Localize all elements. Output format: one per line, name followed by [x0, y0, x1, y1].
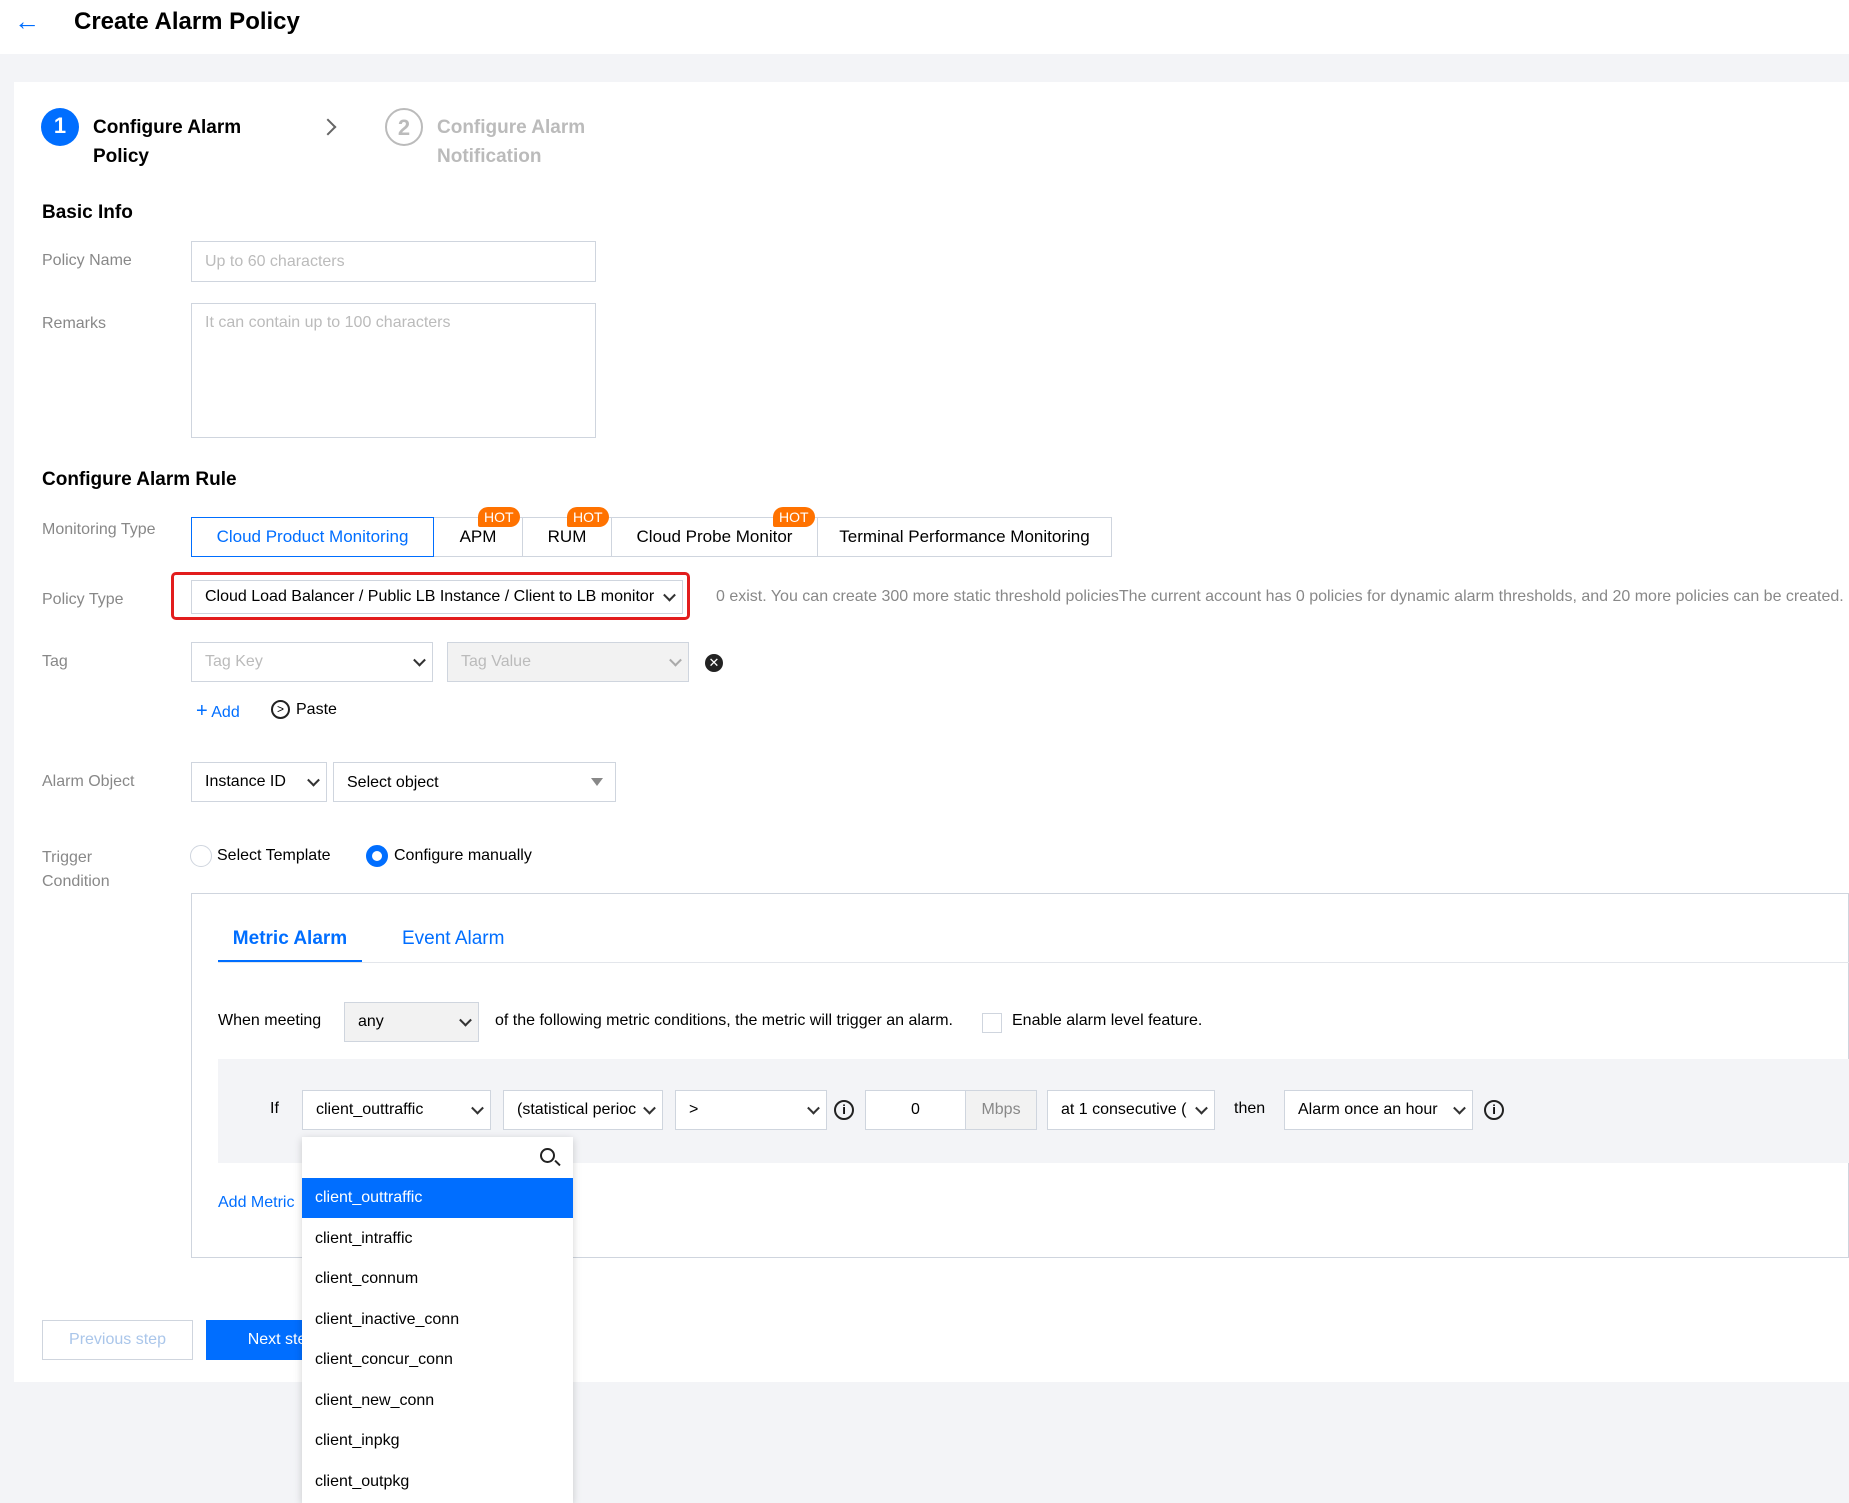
dropdown-option[interactable]: client_outtraffic — [302, 1178, 573, 1218]
configure-manually-label: Configure manually — [394, 847, 532, 864]
add-metric-link[interactable]: Add Metric — [218, 1194, 294, 1212]
tab-metric-alarm[interactable]: Metric Alarm — [218, 928, 362, 962]
dropdown-search-input[interactable] — [302, 1137, 573, 1177]
remarks-label: Remarks — [42, 315, 107, 332]
if-label: If — [270, 1100, 279, 1117]
condition-text: of the following metric conditions, the … — [495, 1012, 953, 1029]
info-icon[interactable]: i — [834, 1100, 854, 1120]
info-icon[interactable]: i — [1484, 1100, 1504, 1120]
step-2-label: Configure Alarm Notification — [437, 117, 586, 167]
alarm-object-select[interactable]: Select object — [333, 762, 616, 802]
chevron-down-icon — [459, 1013, 472, 1027]
alarm-rule-title: Configure Alarm Rule — [42, 469, 237, 490]
plus-icon: + — [196, 700, 208, 722]
dropdown-option[interactable]: client_intraffic — [302, 1219, 573, 1259]
metric-select[interactable]: client_outtraffic — [302, 1090, 491, 1130]
policy-quota-text: 0 exist. You can create 300 more static … — [716, 588, 1844, 605]
tag-value-select[interactable]: Tag Value — [447, 642, 689, 682]
policy-type-select[interactable]: Cloud Load Balancer / Public LB Instance… — [191, 580, 683, 614]
alarm-frequency-select[interactable]: Alarm once an hour — [1284, 1090, 1473, 1130]
add-tag-button[interactable]: + Add — [196, 700, 240, 723]
dropdown-option[interactable]: client_connum — [302, 1259, 573, 1299]
threshold-input[interactable]: 0 — [865, 1090, 966, 1130]
chevron-down-icon — [471, 1101, 484, 1115]
select-template-radio[interactable] — [190, 845, 212, 867]
enable-alarm-level-checkbox[interactable] — [982, 1013, 1002, 1033]
policy-name-input[interactable]: Up to 60 characters — [191, 241, 596, 282]
configure-manually-radio[interactable] — [366, 845, 388, 867]
dropdown-option[interactable]: client_new_conn — [302, 1381, 573, 1421]
step-1-label: Configure Alarm Policy — [93, 117, 242, 167]
policy-name-label: Policy Name — [42, 252, 132, 269]
hot-badge: HOT — [773, 507, 815, 527]
remarks-textarea[interactable]: It can contain up to 100 characters — [191, 303, 596, 438]
tag-key-select[interactable]: Tag Key — [191, 642, 433, 682]
tab-cloud-product-monitoring[interactable]: Cloud Product Monitoring — [191, 517, 434, 557]
dropdown-option[interactable]: client_inpkg — [302, 1421, 573, 1461]
chevron-down-icon — [643, 1101, 656, 1115]
dropdown-option[interactable]: client_inactive_conn — [302, 1300, 573, 1340]
alarm-object-type-select[interactable]: Instance ID — [191, 762, 327, 802]
basic-info-title: Basic Info — [42, 202, 133, 223]
page-title: Create Alarm Policy — [74, 8, 300, 35]
tab-terminal-performance-monitoring[interactable]: Terminal Performance Monitoring — [817, 517, 1112, 557]
hot-badge: HOT — [567, 507, 609, 527]
close-circle-icon[interactable]: ✕ — [705, 654, 723, 672]
trigger-condition-label: Trigger Condition — [42, 849, 110, 890]
dropdown-option[interactable]: client_concur_conn — [302, 1340, 573, 1380]
search-icon — [540, 1148, 561, 1167]
chevron-down-icon — [807, 1101, 820, 1115]
any-select[interactable]: any — [344, 1002, 479, 1042]
arrow-left-icon[interactable]: ← — [14, 8, 40, 34]
top-bar: ← Create Alarm Policy — [0, 0, 1849, 54]
paste-tag-button[interactable]: > Paste — [271, 700, 337, 719]
enable-alarm-level-label: Enable alarm level feature. — [1012, 1012, 1203, 1029]
chevron-down-icon — [307, 773, 320, 787]
chevron-down-icon — [1195, 1101, 1208, 1115]
step-2-indicator: 2 — [385, 108, 423, 146]
when-meeting-label: When meeting — [218, 1012, 322, 1029]
select-template-label: Select Template — [217, 847, 331, 864]
chevron-down-icon — [413, 653, 426, 667]
tag-label: Tag — [42, 653, 68, 670]
hot-badge: HOT — [478, 507, 520, 527]
caret-down-icon — [591, 778, 603, 786]
alarm-object-label: Alarm Object — [42, 773, 135, 790]
statistical-period-select[interactable]: (statistical perioc — [503, 1090, 663, 1130]
tab-event-alarm[interactable]: Event Alarm — [402, 928, 504, 950]
policy-type-label: Policy Type — [42, 591, 124, 608]
previous-step-button[interactable]: Previous step — [42, 1320, 193, 1360]
operator-select[interactable]: > — [675, 1090, 827, 1130]
trigger-tabs-divider — [218, 962, 1849, 963]
chevron-down-icon — [1453, 1101, 1466, 1115]
monitoring-type-label: Monitoring Type — [42, 521, 156, 538]
consecutive-period-select[interactable]: at 1 consecutive ( — [1047, 1090, 1215, 1130]
dropdown-option[interactable]: client_outpkg — [302, 1462, 573, 1502]
chevron-down-icon — [669, 653, 682, 667]
chevron-circle-icon: > — [271, 700, 290, 719]
chevron-down-icon — [663, 588, 676, 602]
unit-label: Mbps — [965, 1090, 1037, 1130]
step-1-indicator: 1 — [41, 108, 79, 146]
then-label: then — [1234, 1100, 1266, 1117]
